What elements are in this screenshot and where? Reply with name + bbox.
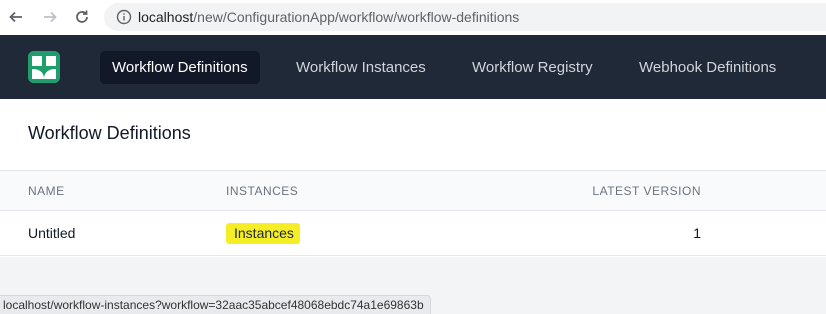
browser-toolbar: localhost/new/ConfigurationApp/workflow/… — [0, 0, 826, 35]
app-header: Workflow Definitions Workflow Instances … — [0, 35, 826, 99]
reload-button[interactable] — [71, 6, 93, 28]
elsa-logo-icon[interactable] — [28, 51, 60, 83]
forward-button[interactable] — [39, 6, 61, 28]
nav-workflow-instances[interactable]: Workflow Instances — [284, 51, 438, 84]
back-button[interactable] — [5, 6, 27, 28]
column-header-instances: INSTANCES — [226, 184, 299, 198]
link-status-bar: localhost/workflow-instances?workflow=32… — [0, 295, 431, 314]
table-header: NAME INSTANCES LATEST VERSION — [0, 170, 826, 211]
main-content: Workflow Definitions NAME INSTANCES LATE… — [0, 99, 826, 257]
arrow-right-icon — [44, 11, 57, 23]
page-title: Workflow Definitions — [28, 123, 191, 143]
arrow-left-icon — [9, 11, 22, 23]
url-path: /new/ConfigurationApp/workflow/workflow-… — [193, 9, 520, 25]
workflow-name[interactable]: Untitled — [28, 225, 75, 241]
nav-workflow-definitions[interactable]: Workflow Definitions — [100, 51, 260, 84]
nav-workflow-registry[interactable]: Workflow Registry — [460, 51, 605, 84]
url-text[interactable]: localhost/new/ConfigurationApp/workflow/… — [138, 9, 519, 25]
table-row[interactable]: Untitled Instances 1 — [0, 211, 826, 256]
info-icon[interactable] — [116, 9, 132, 25]
nav-webhook-definitions[interactable]: Webhook Definitions — [627, 51, 788, 84]
address-bar[interactable]: localhost/new/ConfigurationApp/workflow/… — [104, 3, 826, 31]
column-header-latest-version: LATEST VERSION — [592, 184, 701, 198]
instances-link[interactable]: Instances — [226, 223, 300, 244]
column-header-name: NAME — [28, 184, 65, 198]
latest-version: 1 — [693, 225, 701, 241]
url-host: localhost — [138, 9, 194, 25]
reload-icon — [76, 10, 88, 23]
